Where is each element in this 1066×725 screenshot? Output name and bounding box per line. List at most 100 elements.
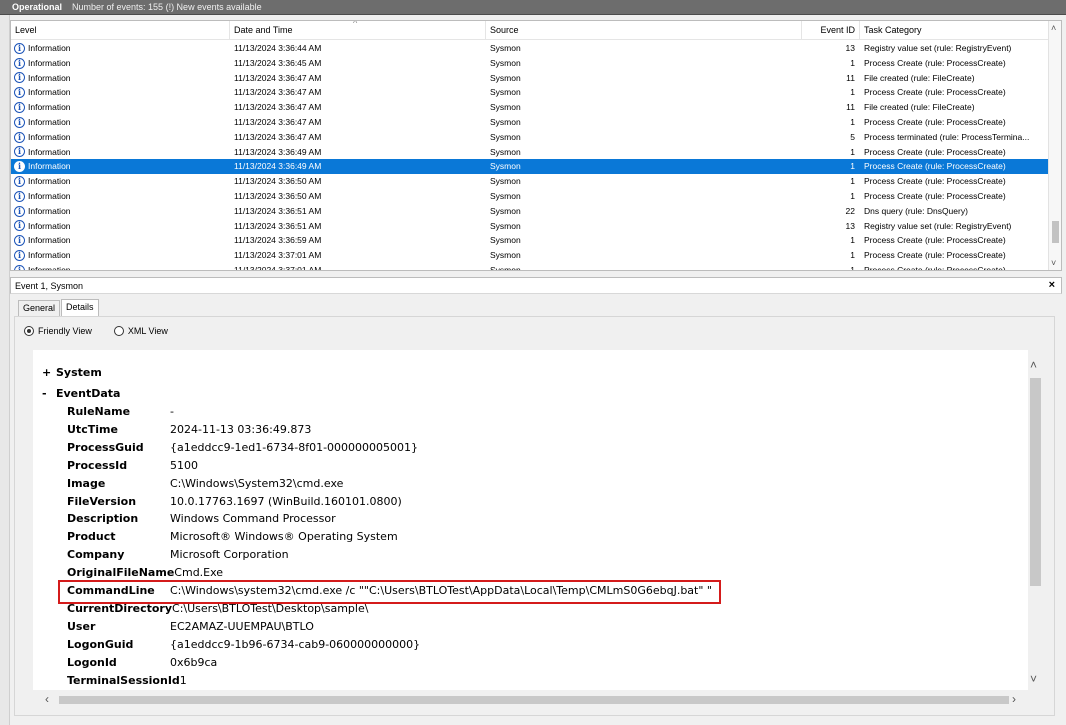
details-horizontal-scrollbar[interactable]: ‹ › bbox=[33, 692, 1028, 708]
level-cell: i Information bbox=[14, 71, 224, 86]
field-value[interactable]: EC2AMAZ-UUEMPAU\BTLO bbox=[170, 620, 314, 633]
scroll-down-icon[interactable]: ˅ bbox=[1030, 672, 1037, 686]
field-value[interactable]: 1 bbox=[180, 674, 187, 687]
date-time-cell: 11/13/2024 3:36:47 AM bbox=[234, 87, 322, 98]
scroll-right-icon[interactable]: › bbox=[1012, 692, 1016, 706]
information-icon: i bbox=[14, 57, 25, 69]
field-processguid: ProcessGuid {a1eddcc9-1ed1-6734-8f01-0000… bbox=[67, 441, 418, 454]
column-date-time[interactable]: Date and Time bbox=[230, 21, 486, 40]
table-row[interactable]: i Information 11/13/2024 3:36:51 AM Sysmon 1… bbox=[11, 219, 1049, 234]
xml-view-option[interactable]: XML View bbox=[113, 326, 168, 336]
information-icon: i bbox=[14, 250, 25, 262]
event-list-scrollbar[interactable]: ˄ ˅ bbox=[1048, 21, 1061, 270]
field-originalfilename: OriginalFileNameCmd.Exe bbox=[67, 566, 223, 579]
field-value[interactable]: C:\Windows\System32\cmd.exe bbox=[170, 477, 343, 490]
field-value[interactable]: 10.0.17763.1697 (WinBuild.160101.0800) bbox=[170, 495, 402, 508]
section-system[interactable]: + System bbox=[42, 366, 102, 379]
close-icon[interactable]: × bbox=[1049, 279, 1055, 291]
scrollbar-thumb[interactable] bbox=[1030, 378, 1041, 586]
information-icon: i bbox=[14, 131, 25, 143]
event-details-title: Event 1, Sysmon bbox=[15, 281, 84, 291]
collapse-icon[interactable]: - bbox=[42, 387, 56, 400]
tab-general[interactable]: General bbox=[18, 300, 61, 316]
table-row[interactable]: i Information 11/13/2024 3:36:44 AM Sysmon 1… bbox=[11, 41, 1049, 56]
level-text: Information bbox=[28, 176, 71, 187]
level-text: Information bbox=[28, 220, 71, 231]
level-text: Information bbox=[28, 117, 71, 127]
event-count-info[interactable]: Number of events: 155 (!) New events ava… bbox=[72, 2, 262, 12]
information-icon: i bbox=[14, 72, 25, 84]
information-icon: i bbox=[14, 220, 25, 232]
task-category-cell: File created (rule: FileCreate) bbox=[864, 102, 975, 113]
field-value[interactable]: 2024-11-13 03:36:49.873 bbox=[170, 423, 311, 436]
table-row[interactable]: i Information 11/13/2024 3:36:47 AM Sysmon 1… bbox=[11, 71, 1049, 86]
table-row[interactable]: i Information 11/13/2024 3:36:47 AM Sysmon 1… bbox=[11, 100, 1049, 115]
table-row[interactable]: i Information 11/13/2024 3:36:50 AM Sysmon 1… bbox=[11, 189, 1049, 204]
task-category-cell: Registry value set (rule: RegistryEvent) bbox=[864, 220, 1012, 231]
level-cell: i Information bbox=[14, 145, 224, 160]
date-time-cell: 11/13/2024 3:36:47 AM bbox=[234, 131, 322, 142]
field-terminalsessionid: TerminalSessionId1 bbox=[67, 674, 187, 687]
event-details-content: + System - EventData RuleName - UtcTime 2024-… bbox=[33, 350, 1028, 690]
field-name: FileVersion bbox=[67, 494, 137, 508]
table-row[interactable]: i Information 11/13/2024 3:36:45 AM Sysmon 1… bbox=[11, 56, 1049, 71]
table-row[interactable]: i Information 11/13/2024 3:36:47 AM Sysmon 5… bbox=[11, 130, 1049, 145]
friendly-view-radio[interactable] bbox=[24, 326, 34, 336]
log-name: Operational bbox=[12, 2, 63, 12]
table-row[interactable]: i Information 11/13/2024 3:37:01 AM Sysmon 1… bbox=[11, 248, 1049, 263]
field-value[interactable]: Microsoft® Windows® Operating System bbox=[170, 530, 398, 543]
event-id-cell: 1 bbox=[850, 176, 855, 187]
scroll-up-icon[interactable]: ˄ bbox=[1051, 23, 1056, 33]
column-level[interactable]: Level bbox=[11, 21, 230, 40]
scroll-down-icon[interactable]: ˅ bbox=[1051, 258, 1056, 268]
table-row[interactable]: i Information 11/13/2024 3:36:47 AM Sysmon 1… bbox=[11, 85, 1049, 100]
scroll-up-icon[interactable]: ˄ bbox=[1030, 358, 1037, 372]
table-row[interactable]: i Information 11/13/2024 3:37:01 AM Sysmon 1… bbox=[11, 263, 1049, 271]
field-value[interactable]: {a1eddcc9-1b96-6734-cab9-060000000000} bbox=[170, 638, 420, 651]
information-icon: i bbox=[14, 205, 25, 217]
level-text: Information bbox=[28, 102, 71, 113]
event-id-cell: 1 bbox=[850, 117, 855, 127]
field-value[interactable]: 5100 bbox=[170, 459, 198, 472]
column-source[interactable]: Source bbox=[486, 21, 802, 40]
field-name: Image bbox=[67, 476, 106, 490]
friendly-view-option[interactable]: Friendly View bbox=[24, 326, 92, 336]
scroll-left-icon[interactable]: ‹ bbox=[45, 692, 49, 706]
table-row[interactable]: i Information 11/13/2024 3:36:51 AM Sysmon 2… bbox=[11, 204, 1049, 219]
level-text: Information bbox=[28, 161, 71, 172]
table-row[interactable]: i Information 11/13/2024 3:36:49 AM Sysmon 1… bbox=[11, 145, 1049, 160]
field-rulename: RuleName - bbox=[67, 405, 174, 418]
information-icon: i bbox=[14, 102, 25, 114]
xml-view-radio[interactable] bbox=[113, 326, 124, 336]
table-row[interactable]: i Information 11/13/2024 3:36:50 AM Sysmon 1… bbox=[11, 174, 1049, 189]
field-value[interactable]: Cmd.Exe bbox=[174, 566, 223, 579]
field-fileversion: FileVersion 10.0.17763.1697 (WinBuild.160… bbox=[67, 495, 402, 508]
event-id-cell: 13 bbox=[845, 43, 855, 53]
table-row[interactable]: i Information 11/13/2024 3:36:59 AM Sysmon 1… bbox=[11, 233, 1049, 248]
date-time-cell: 11/13/2024 3:37:01 AM bbox=[234, 265, 322, 271]
field-name: Product bbox=[67, 530, 116, 544]
scrollbar-thumb[interactable] bbox=[59, 696, 1009, 704]
field-value[interactable]: {a1eddcc9-1ed1-6734-8f01-000000005001} bbox=[170, 441, 418, 454]
table-row[interactable]: i Information 11/13/2024 3:36:49 AM Sysmon 1… bbox=[11, 159, 1049, 175]
source-cell: Sysmon bbox=[490, 250, 521, 261]
event-details-header: Event 1, Sysmon × bbox=[10, 277, 1062, 294]
field-value[interactable]: - bbox=[170, 405, 174, 418]
level-cell: i Information bbox=[14, 159, 224, 174]
table-row[interactable]: i Information 11/13/2024 3:36:47 AM Sysmon 1… bbox=[11, 115, 1049, 130]
event-id-cell: 1 bbox=[850, 87, 855, 98]
source-cell: Sysmon bbox=[490, 117, 521, 127]
expand-icon[interactable]: + bbox=[42, 366, 56, 379]
column-task-category[interactable]: Task Category bbox=[860, 21, 1049, 40]
scrollbar-thumb[interactable] bbox=[1052, 221, 1059, 243]
details-vertical-scrollbar[interactable]: ˄ ˅ bbox=[1028, 350, 1043, 690]
column-event-id[interactable]: Event ID bbox=[802, 21, 860, 40]
source-cell: Sysmon bbox=[490, 220, 521, 231]
event-list[interactable]: Level Date and Time ^ Source Event ID Ta… bbox=[10, 20, 1062, 271]
tab-details[interactable]: Details bbox=[61, 299, 99, 316]
section-eventdata[interactable]: - EventData bbox=[42, 387, 120, 400]
field-value[interactable]: Windows Command Processor bbox=[170, 512, 336, 525]
field-value[interactable]: 0x6b9ca bbox=[170, 656, 217, 669]
field-value[interactable]: Microsoft Corporation bbox=[170, 548, 289, 561]
source-cell: Sysmon bbox=[490, 176, 521, 187]
